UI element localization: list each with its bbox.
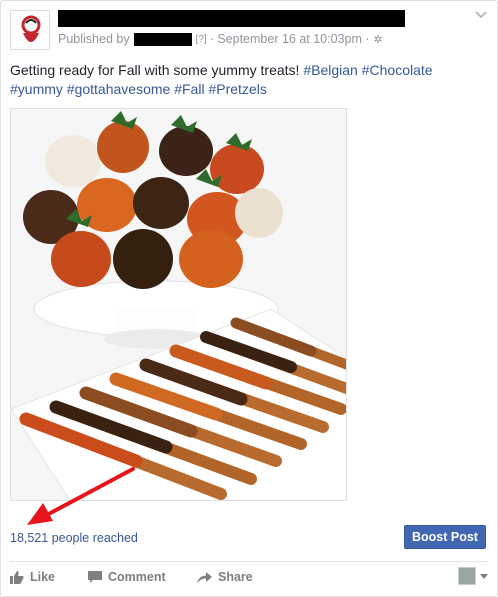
share-button[interactable]: Share bbox=[197, 567, 253, 587]
caret-down-icon bbox=[480, 573, 488, 579]
actor-avatar bbox=[458, 567, 476, 585]
page-avatar[interactable] bbox=[10, 10, 50, 50]
comment-button[interactable]: Comment bbox=[88, 567, 166, 587]
hashtag-link[interactable]: #Pretzels bbox=[208, 81, 266, 97]
publisher-name-redacted[interactable] bbox=[133, 32, 192, 46]
thumbs-up-icon bbox=[10, 571, 24, 584]
people-reached-link[interactable]: 18,521 people reached bbox=[10, 531, 138, 545]
post-as-selector[interactable] bbox=[458, 567, 488, 585]
page-name-redacted[interactable] bbox=[58, 10, 405, 27]
actions-divider bbox=[10, 561, 488, 562]
share-arrow-icon bbox=[197, 571, 212, 583]
boost-post-button[interactable]: Boost Post bbox=[404, 525, 486, 549]
chevron-down-icon[interactable] bbox=[474, 10, 488, 20]
share-label: Share bbox=[218, 570, 253, 584]
hashtag-link[interactable]: #Fall bbox=[174, 81, 204, 97]
comment-label: Comment bbox=[108, 570, 166, 584]
like-label: Like bbox=[30, 570, 56, 584]
post-actions-bar: Like Comment Share bbox=[10, 567, 488, 587]
published-by-label: Published by bbox=[58, 32, 130, 46]
post-meta: Published by [?] · September 16 at 10:03… bbox=[58, 31, 383, 47]
post-message: Getting ready for Fall with some yummy t… bbox=[10, 61, 488, 99]
hashtag-link[interactable]: #Chocolate bbox=[362, 62, 433, 78]
gear-icon[interactable]: ✲ bbox=[374, 33, 383, 46]
post-timestamp[interactable]: · September 16 at 10:03pm · bbox=[210, 32, 370, 46]
message-text: Getting ready for Fall with some yummy t… bbox=[10, 62, 304, 78]
like-button[interactable]: Like bbox=[10, 567, 55, 587]
speech-bubble-icon bbox=[88, 570, 102, 583]
hashtag-link[interactable]: #gottahavesome bbox=[67, 81, 171, 97]
hashtag-link[interactable]: #yummy bbox=[10, 81, 63, 97]
post-card: Published by [?] · September 16 at 10:03… bbox=[0, 0, 498, 597]
hashtag-link[interactable]: #Belgian bbox=[303, 62, 358, 78]
post-photo[interactable] bbox=[10, 108, 347, 501]
help-marker[interactable]: [?] bbox=[196, 34, 207, 45]
photo-illustration bbox=[11, 109, 346, 500]
